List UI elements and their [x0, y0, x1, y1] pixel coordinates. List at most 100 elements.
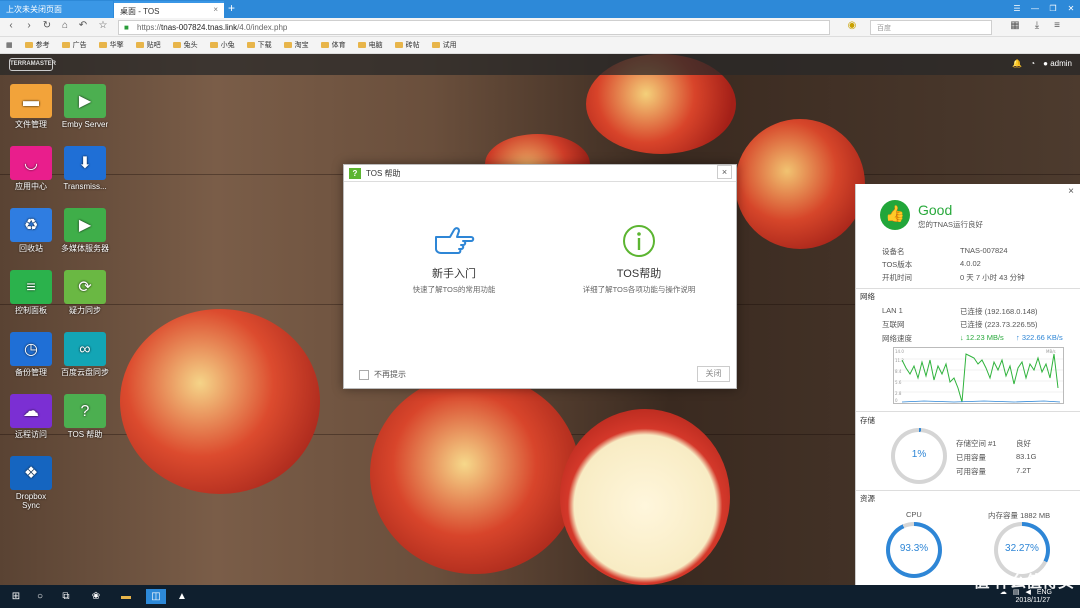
resource-section-title: 资源	[860, 494, 875, 503]
browser-taskbar-icon[interactable]: ◫	[146, 589, 166, 604]
photos-icon[interactable]: ▲	[174, 589, 190, 604]
minimize-icon[interactable]: —	[1026, 0, 1044, 18]
thumbs-up-icon: 👍	[880, 200, 910, 230]
forward-icon[interactable]: ›	[22, 20, 36, 31]
bookmarks-grid-icon[interactable]: ▦	[6, 41, 13, 49]
bookmark-item[interactable]: 砖帖	[394, 40, 420, 50]
file-explorer-icon[interactable]: ▬	[118, 589, 134, 604]
undo-icon[interactable]: ↶	[76, 20, 90, 31]
desktop-app-icon[interactable]: ≡ 控制面板	[6, 270, 56, 315]
download-icon[interactable]: ⤓	[1030, 20, 1044, 31]
new-tab-button[interactable]: +	[228, 1, 242, 15]
bookmark-item[interactable]: 参考	[24, 40, 50, 50]
top-bar-actions: 🔔 ◔ ● admin	[1012, 59, 1072, 68]
folder-icon	[431, 42, 440, 48]
app-glyph-icon: ❖	[10, 456, 52, 490]
bookmark-item[interactable]: 下载	[246, 40, 272, 50]
bookmark-item[interactable]: 试用	[431, 40, 457, 50]
download-speed-value: 12.23 MB/s	[965, 333, 1004, 342]
option-title: 新手入门	[432, 268, 476, 280]
cpu-usage-ring: 93.3%	[886, 522, 942, 578]
bookmark-item[interactable]: 贴吧	[135, 40, 161, 50]
cpu-value: 93.3%	[899, 543, 929, 554]
desktop-app-icon[interactable]: ♻ 回收站	[6, 208, 56, 253]
app-glyph-icon: ▶	[64, 208, 106, 242]
question-icon: ?	[349, 168, 361, 179]
device-value: TNAS-007824	[960, 246, 1008, 255]
bookmark-item[interactable]: 体育	[320, 40, 346, 50]
apple-image	[370, 374, 580, 574]
terramaster-logo: TERRAMASTER	[9, 58, 56, 71]
bookmark-item[interactable]: 华擎	[98, 40, 124, 50]
storage-value: 83.1G	[1016, 452, 1037, 461]
search-input[interactable]: 百度	[870, 20, 992, 35]
storage-label: 已用容量	[956, 453, 986, 462]
desktop-app-icon[interactable]: ▬ 文件管理	[6, 84, 56, 129]
desktop-app-icon[interactable]: ◡ 应用中心	[6, 146, 56, 191]
bookmark-item[interactable]: 广告	[61, 40, 87, 50]
task-view-icon[interactable]: ⧉	[58, 589, 74, 604]
close-tab-icon[interactable]: ×	[213, 5, 218, 14]
network-value: 已连接 (192.168.0.148)	[960, 307, 1038, 316]
memory-label: 内存容量 1882 MB	[988, 511, 1051, 520]
apps-icon[interactable]: ▦	[1008, 20, 1022, 31]
tab-previous-session[interactable]: 上次未关闭页面	[0, 1, 113, 18]
desktop-app-icon[interactable]: ◷ 备份管理	[6, 332, 56, 377]
desktop-app-icon[interactable]: ☁ 远程访问	[6, 394, 56, 439]
app-label: 回收站	[19, 244, 43, 253]
cortana-icon[interactable]: ○	[32, 589, 48, 604]
divider	[856, 288, 1080, 289]
desktop-app-icon[interactable]: ❖ Dropbox Sync	[6, 456, 56, 510]
desktop-app-icon[interactable]: ? TOS 帮助	[60, 394, 110, 439]
more-icon[interactable]: ≡	[1050, 20, 1064, 31]
extension-icon[interactable]: ◉	[845, 20, 859, 31]
upload-speed: ↑ 322.66 KB/s	[1016, 333, 1063, 342]
bell-icon[interactable]: 🔔	[1012, 59, 1022, 68]
app-label: 疑力同步	[69, 306, 101, 315]
tos-help-option[interactable]: TOS帮助 详细了解TOS各项功能与操作说明	[569, 223, 709, 295]
bookmark-label: 华擎	[109, 42, 124, 49]
desktop-app-icon[interactable]: ▶ Emby Server	[60, 84, 110, 129]
desktop-app-icon[interactable]: ▶ 多媒体服务器	[60, 208, 110, 253]
app-label: Emby Server	[61, 120, 109, 129]
bookmark-item[interactable]: 兔头	[172, 40, 198, 50]
tab-tos-desktop[interactable]: 桌面 - TOS ×	[114, 1, 224, 18]
dialog-close-button[interactable]: ×	[717, 165, 732, 179]
getting-started-option[interactable]: 新手入门 快速了解TOS的常用功能	[384, 223, 524, 295]
help-icon[interactable]: ◔	[1030, 59, 1035, 68]
restore-icon[interactable]: ❐	[1044, 0, 1062, 18]
app-label: 应用中心	[15, 182, 47, 191]
app-label: 百度云盘同步	[61, 368, 109, 377]
bookmark-item[interactable]: 淘宝	[283, 40, 309, 50]
storage-usage-ring: 1%	[891, 428, 947, 484]
home-icon[interactable]: ⌂	[58, 20, 72, 31]
back-icon[interactable]: ‹	[4, 20, 18, 31]
lock-icon: ■	[124, 23, 129, 32]
bookmark-label: 砖帖	[405, 42, 420, 49]
desktop-app-icon[interactable]: ⬇ Transmiss...	[60, 146, 110, 191]
app-glyph-icon: ▬	[10, 84, 52, 118]
menu-icon[interactable]: ☰	[1008, 0, 1026, 18]
star-icon[interactable]: ☆	[96, 20, 110, 31]
app-glyph-icon: ◡	[10, 146, 52, 180]
apple-image	[735, 119, 865, 249]
close-window-icon[interactable]: ✕	[1062, 0, 1080, 18]
url-host: tnas-007824.tnas.link	[161, 23, 238, 32]
close-button[interactable]: 关闭	[697, 366, 730, 382]
refresh-icon[interactable]: ↻	[40, 20, 54, 31]
apple-half-image	[560, 409, 730, 585]
user-menu[interactable]: ● admin	[1043, 59, 1072, 68]
storage-label: 可用容量	[956, 467, 986, 476]
app-icon[interactable]: ❀	[88, 589, 104, 604]
search-placeholder: 百度	[877, 25, 891, 32]
windows-start-icon[interactable]: ⊞	[8, 589, 24, 604]
widget-close-icon[interactable]: ×	[1068, 186, 1074, 197]
url-input[interactable]: ■ https://tnas-007824.tnas.link/4.0/inde…	[118, 20, 830, 35]
checkbox-box[interactable]	[359, 369, 369, 380]
bookmark-item[interactable]: 小兔	[209, 40, 235, 50]
bookmark-item[interactable]: 电脑	[357, 40, 383, 50]
desktop-app-icon[interactable]: ⟳ 疑力同步	[60, 270, 110, 315]
graph-tick: 2.8	[895, 391, 902, 396]
desktop-app-icon[interactable]: ∞ 百度云盘同步	[60, 332, 110, 377]
dont-show-again-checkbox[interactable]: 不再提示	[359, 369, 406, 380]
